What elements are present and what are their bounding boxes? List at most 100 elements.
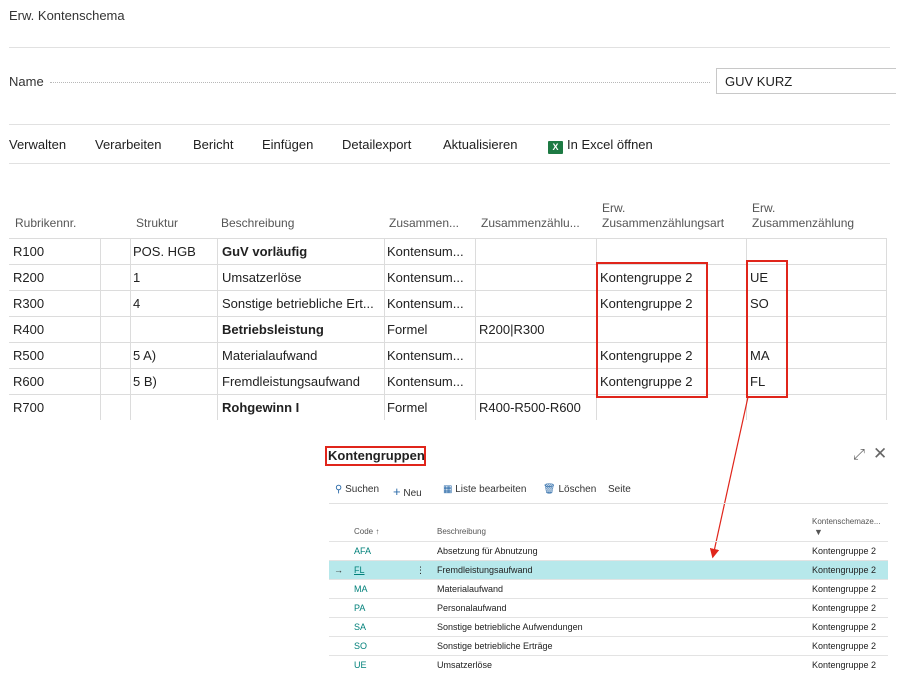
row-menu-icon[interactable]: ⋮ bbox=[416, 561, 425, 580]
divider bbox=[9, 47, 890, 48]
list-item-description: Sonstige betriebliche Aufwendungen bbox=[437, 622, 583, 632]
header-line: Erw. bbox=[602, 201, 626, 215]
divider bbox=[9, 163, 890, 164]
code-link[interactable]: SA bbox=[354, 618, 366, 637]
list-item[interactable]: UE Umsatzerlöse Kontengruppe 2 bbox=[329, 655, 888, 675]
page-menu[interactable]: Seite bbox=[608, 484, 631, 495]
cell-rubrikennr: R200 bbox=[13, 270, 45, 285]
sub-col-header-code[interactable]: Code ↑ bbox=[354, 527, 379, 536]
cell-rubrikennr: R600 bbox=[13, 374, 45, 389]
cell-zusammen: Formel bbox=[387, 322, 428, 337]
divider bbox=[9, 124, 890, 125]
cell-struktur: 1 bbox=[133, 270, 141, 285]
list-item-kontenschema: Kontengruppe 2 bbox=[812, 622, 877, 632]
cell-beschreibung: GuV vorläufig bbox=[222, 244, 308, 259]
action-detailexport[interactable]: Detailexport bbox=[342, 137, 411, 152]
list-item-description: Fremdleistungsaufwand bbox=[437, 565, 533, 575]
row-arrow-icon: → bbox=[334, 565, 343, 575]
filter-icon[interactable]: ▼ bbox=[814, 527, 823, 537]
table-row[interactable]: R700 Rohgewinn I Formel R400-R500-R600 bbox=[9, 394, 887, 421]
list-item-kontenschema: Kontengruppe 2 bbox=[812, 584, 877, 594]
edit-list-button[interactable]: ▦ Liste bearbeiten bbox=[443, 484, 526, 495]
search-icon: ⚲ bbox=[335, 484, 343, 495]
cell-beschreibung: Umsatzerlöse bbox=[222, 270, 302, 285]
divider bbox=[329, 503, 888, 504]
search-button-label: Suchen bbox=[345, 484, 380, 495]
col-header-zusammen[interactable]: Zusammen... bbox=[389, 216, 459, 231]
edit-list-button-label: Liste bearbeiten bbox=[455, 484, 527, 495]
list-item[interactable]: SA Sonstige betriebliche Aufwendungen Ko… bbox=[329, 617, 888, 637]
action-verarbeiten[interactable]: Verarbeiten bbox=[95, 137, 162, 152]
close-icon[interactable]: ✕ bbox=[873, 444, 887, 464]
cell-rubrikennr: R100 bbox=[13, 244, 45, 259]
list-item[interactable]: PA Personalaufwand Kontengruppe 2 bbox=[329, 598, 888, 618]
cell-struktur: 5 A) bbox=[133, 348, 157, 363]
col-header-zusammenzaehlung[interactable]: Zusammenzählu... bbox=[481, 216, 580, 231]
cell-zusammenzaehlung: R200|R300 bbox=[479, 322, 545, 337]
sub-col-header-kontenschema[interactable]: Kontenschemaze... bbox=[812, 517, 880, 526]
code-link[interactable]: AFA bbox=[354, 542, 371, 561]
edit-list-icon: ▦ bbox=[443, 484, 453, 495]
col-header-struktur[interactable]: Struktur bbox=[136, 216, 178, 231]
col-header-beschreibung[interactable]: Beschreibung bbox=[221, 216, 294, 231]
cell-zusammen: Kontensum... bbox=[387, 244, 464, 259]
delete-button[interactable]: 🗑 Löschen bbox=[543, 484, 596, 495]
cell-rubrikennr: R400 bbox=[13, 322, 45, 337]
code-link[interactable]: MA bbox=[354, 580, 368, 599]
list-item-description: Sonstige betriebliche Erträge bbox=[437, 641, 553, 651]
cell-struktur: POS. HGB bbox=[133, 244, 196, 259]
code-link[interactable]: PA bbox=[354, 599, 365, 618]
col-header-rubrikennr[interactable]: Rubrikennr. bbox=[15, 216, 76, 231]
name-label: Name bbox=[9, 74, 44, 89]
cell-beschreibung: Materialaufwand bbox=[222, 348, 318, 363]
header-line: Erw. bbox=[752, 201, 776, 215]
list-item[interactable]: MA Materialaufwand Kontengruppe 2 bbox=[329, 579, 888, 599]
list-item-kontenschema: Kontengruppe 2 bbox=[812, 603, 877, 613]
cell-struktur: 5 B) bbox=[133, 374, 157, 389]
plus-icon: + bbox=[393, 484, 401, 499]
new-button[interactable]: + Neu bbox=[393, 484, 422, 499]
list-item-selected[interactable]: → FL ⋮ Fremdleistungsaufwand Kontengrupp… bbox=[329, 560, 888, 580]
cell-zusammen: Kontensum... bbox=[387, 348, 464, 363]
list-item-kontenschema: Kontengruppe 2 bbox=[812, 641, 877, 651]
cell-beschreibung: Betriebsleistung bbox=[222, 322, 324, 337]
code-link[interactable]: SO bbox=[354, 637, 367, 656]
list-item-description: Personalaufwand bbox=[437, 603, 507, 613]
search-button[interactable]: ⚲ Suchen bbox=[335, 484, 379, 495]
action-einfuegen[interactable]: Einfügen bbox=[262, 137, 313, 152]
cell-beschreibung: Fremdleistungsaufwand bbox=[222, 374, 361, 389]
action-verwalten[interactable]: Verwalten bbox=[9, 137, 66, 152]
excel-icon: X bbox=[548, 141, 563, 154]
list-item-kontenschema: Kontengruppe 2 bbox=[812, 660, 877, 670]
list-item[interactable]: SO Sonstige betriebliche Erträge Konteng… bbox=[329, 636, 888, 656]
cell-struktur: 4 bbox=[133, 296, 141, 311]
list-item-kontenschema: Kontengruppe 2 bbox=[812, 546, 877, 556]
name-field[interactable]: GUV KURZ bbox=[716, 68, 896, 94]
highlight-box-subpage-title bbox=[325, 446, 426, 466]
cell-zusammen: Kontensum... bbox=[387, 270, 464, 285]
cell-zusammen: Kontensum... bbox=[387, 374, 464, 389]
header-line: Zusammenzählungsart bbox=[602, 216, 725, 230]
col-header-erw-zusammenzaehlungsart[interactable]: Erw. Zusammenzählungsart bbox=[602, 201, 724, 231]
action-bericht[interactable]: Bericht bbox=[193, 137, 233, 152]
list-item[interactable]: AFA Absetzung für Abnutzung Kontengruppe… bbox=[329, 541, 888, 561]
sub-col-header-beschreibung[interactable]: Beschreibung bbox=[437, 527, 486, 536]
expand-icon[interactable]: ⤢ bbox=[853, 446, 865, 463]
cell-zusammen: Formel bbox=[387, 400, 428, 415]
dotted-leader bbox=[50, 82, 710, 83]
action-aktualisieren[interactable]: Aktualisieren bbox=[443, 137, 517, 152]
cell-rubrikennr: R500 bbox=[13, 348, 45, 363]
cell-beschreibung: Sonstige betriebliche Ert... bbox=[222, 296, 374, 311]
delete-button-label: Löschen bbox=[558, 484, 597, 495]
header-line: Zusammenzählung bbox=[752, 216, 855, 230]
list-item-description: Absetzung für Abnutzung bbox=[437, 546, 538, 556]
code-link[interactable]: FL bbox=[354, 561, 365, 580]
cell-zusammen: Kontensum... bbox=[387, 296, 464, 311]
action-open-in-excel-label: In Excel öffnen bbox=[567, 137, 653, 152]
action-open-in-excel[interactable]: X In Excel öffnen bbox=[548, 137, 653, 154]
list-item-kontenschema: Kontengruppe 2 bbox=[812, 565, 877, 575]
col-header-erw-zusammenzaehlung[interactable]: Erw. Zusammenzählung bbox=[752, 201, 854, 231]
page-title: Erw. Kontenschema bbox=[9, 8, 125, 23]
highlight-box-erw-art bbox=[596, 262, 708, 398]
code-link[interactable]: UE bbox=[354, 656, 367, 675]
